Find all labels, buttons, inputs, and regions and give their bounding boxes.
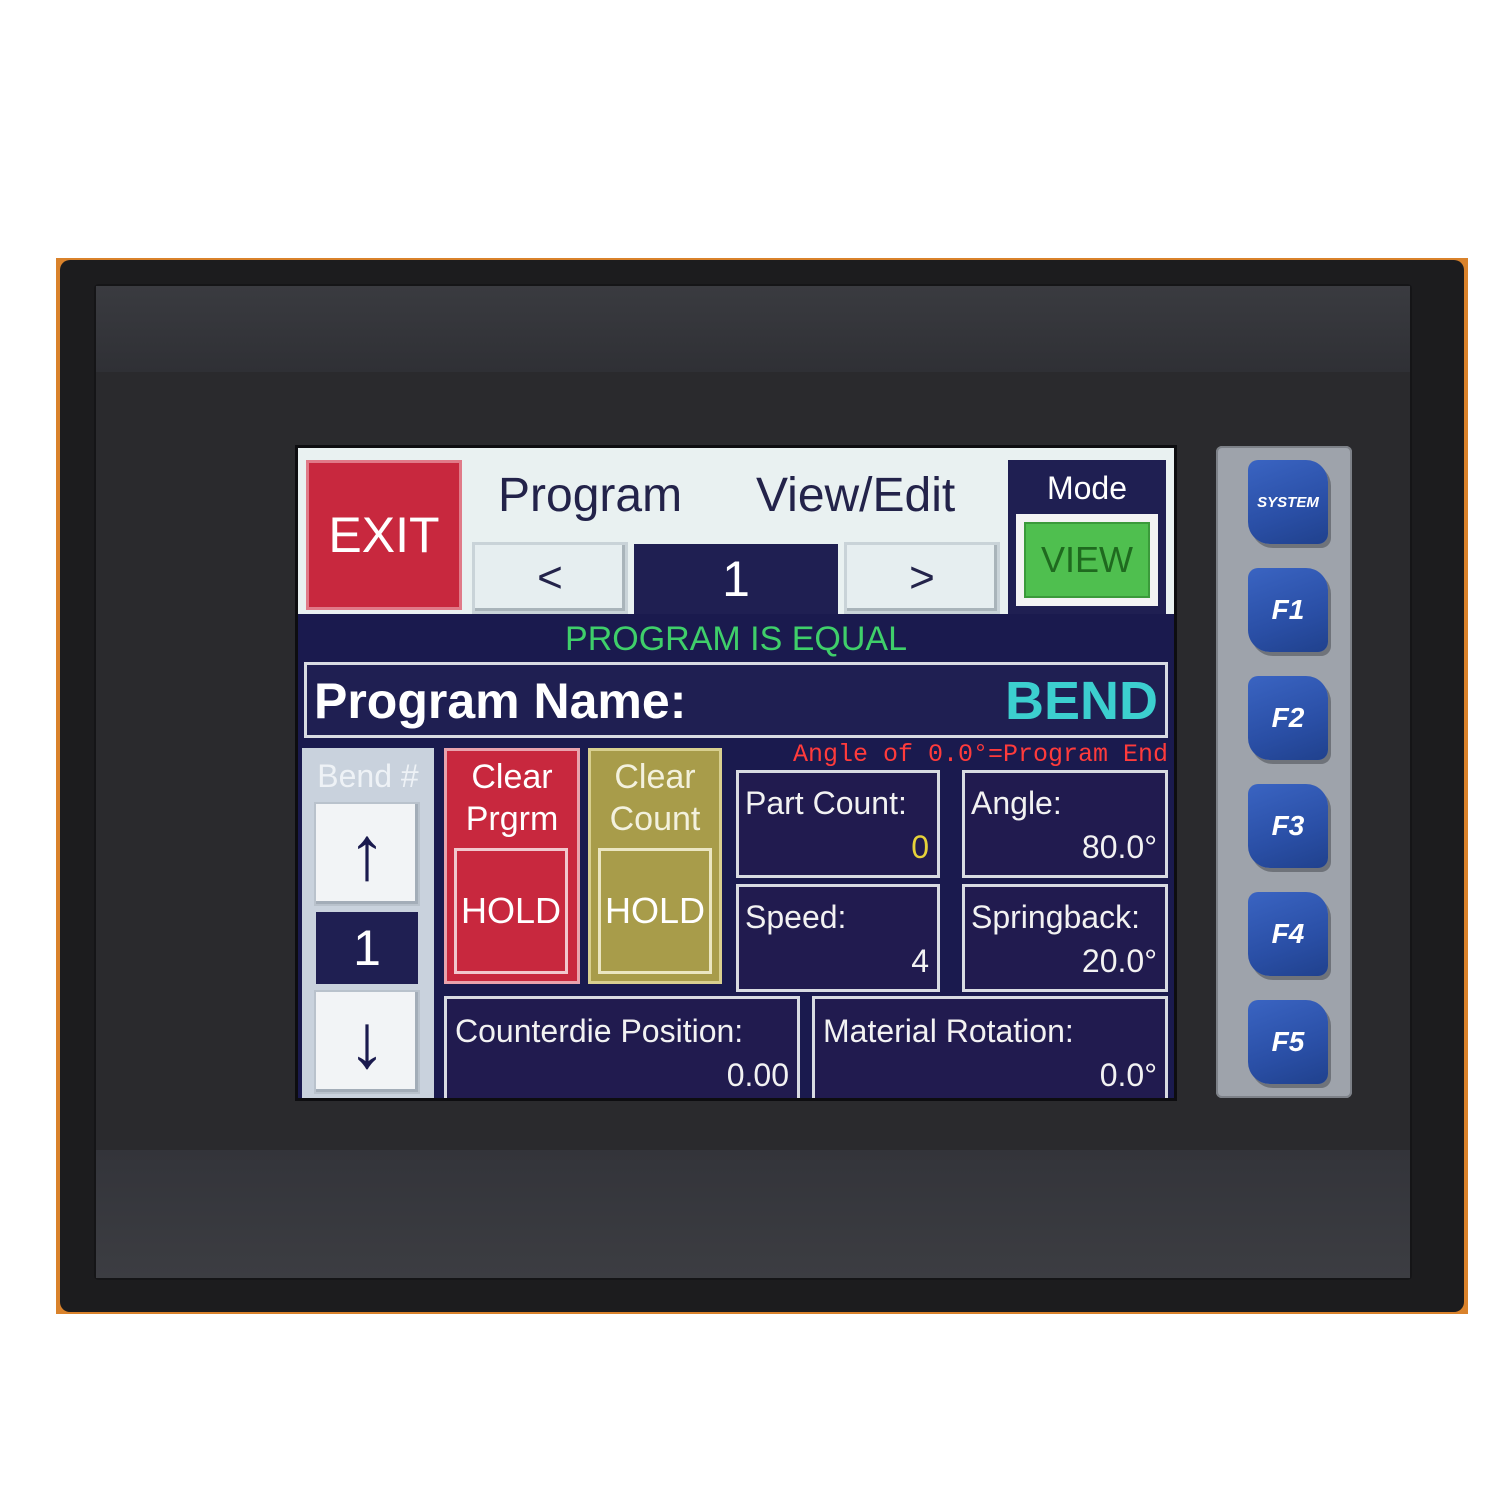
status-message: PROGRAM IS EQUAL (565, 620, 907, 658)
mode-label: Mode (1046, 470, 1128, 506)
f5-key[interactable]: F5 (1248, 1000, 1328, 1084)
clear-count-title-1: Clear (614, 758, 696, 796)
prev-program-button[interactable]: < (472, 542, 628, 614)
page-title-program: Program (498, 469, 683, 522)
mode-toggle-button[interactable]: VIEW (1016, 514, 1158, 606)
f1-key[interactable]: F1 (1248, 568, 1328, 652)
clear-program-hold-label: HOLD (460, 890, 562, 931)
angle-field[interactable]: Angle: 80.0° (962, 770, 1168, 878)
material-rotation-value: 0.0° (1099, 1057, 1157, 1093)
part-count-label: Part Count: (745, 785, 907, 821)
bezel-band-bottom (96, 1150, 1410, 1278)
program-number: 1 (722, 551, 750, 607)
angle-value: 80.0° (1081, 829, 1157, 865)
springback-value: 20.0° (1081, 943, 1157, 979)
f2-key[interactable]: F2 (1248, 676, 1328, 760)
system-key-label: SYSTEM (1257, 493, 1319, 511)
f3-key-label: F3 (1271, 810, 1305, 841)
bezel-band-top (96, 286, 1410, 372)
clear-program-hold-button[interactable]: HOLD (454, 848, 568, 974)
counterdie-position-value: 0.00 (726, 1057, 789, 1093)
clear-count-hold-button[interactable]: HOLD (598, 848, 712, 974)
page-title-view-edit: View/Edit (756, 469, 956, 522)
f1-key-label: F1 (1271, 594, 1305, 625)
part-count-value: 0 (911, 829, 929, 865)
prev-arrow-label: < (537, 553, 563, 602)
clear-count-hold-label: HOLD (604, 890, 706, 931)
arrow-up-icon: ↑ (348, 811, 386, 896)
arrow-down-icon: ↓ (348, 999, 386, 1084)
f2-key-label: F2 (1271, 702, 1305, 733)
clear-program-title-2: Prgrm (465, 800, 559, 838)
system-key[interactable]: SYSTEM (1248, 460, 1328, 544)
next-arrow-label: > (909, 553, 935, 602)
exit-button[interactable]: EXIT (306, 460, 462, 610)
program-number-display: 1 (634, 544, 838, 614)
next-program-button[interactable]: > (844, 542, 1000, 614)
clear-program-title-1: Clear (471, 758, 553, 796)
bend-label: Bend # (317, 758, 419, 794)
material-rotation-label: Material Rotation: (823, 1013, 1074, 1049)
hmi-screen: EXIT Program View/Edit < 1 > Mode VIEW P… (298, 448, 1174, 1098)
material-rotation-field[interactable]: Material Rotation: 0.0° (812, 996, 1168, 1098)
angle-label: Angle: (971, 785, 1062, 821)
exit-label: EXIT (328, 507, 440, 563)
program-name-value: BEND (1004, 671, 1158, 731)
bend-number-display: 1 (316, 912, 418, 984)
springback-label: Springback: (971, 899, 1140, 935)
springback-field[interactable]: Springback: 20.0° (962, 884, 1168, 992)
part-count-field[interactable]: Part Count: 0 (736, 770, 940, 878)
counterdie-position-label: Counterdie Position: (455, 1013, 744, 1049)
bend-up-button[interactable]: ↑ (314, 802, 420, 906)
speed-value: 4 (911, 943, 929, 979)
bend-number: 1 (353, 920, 381, 976)
bend-down-button[interactable]: ↓ (314, 990, 420, 1094)
speed-field[interactable]: Speed: 4 (736, 884, 940, 992)
clear-count-title-2: Count (609, 800, 701, 838)
mode-value: VIEW (1040, 539, 1133, 580)
speed-label: Speed: (745, 899, 847, 935)
program-name-label: Program Name: (314, 673, 687, 729)
mode-view-indicator: VIEW (1024, 522, 1150, 598)
f4-key[interactable]: F4 (1248, 892, 1328, 976)
counterdie-position-field[interactable]: Counterdie Position: 0.00 (444, 996, 800, 1098)
f4-key-label: F4 (1271, 918, 1305, 949)
function-keypad: SYSTEM F1 F2 F3 F4 F5 (1216, 446, 1352, 1098)
f5-key-label: F5 (1271, 1026, 1305, 1057)
f3-key[interactable]: F3 (1248, 784, 1328, 868)
program-end-warning: Angle of 0.0°=Program End (792, 740, 1168, 769)
